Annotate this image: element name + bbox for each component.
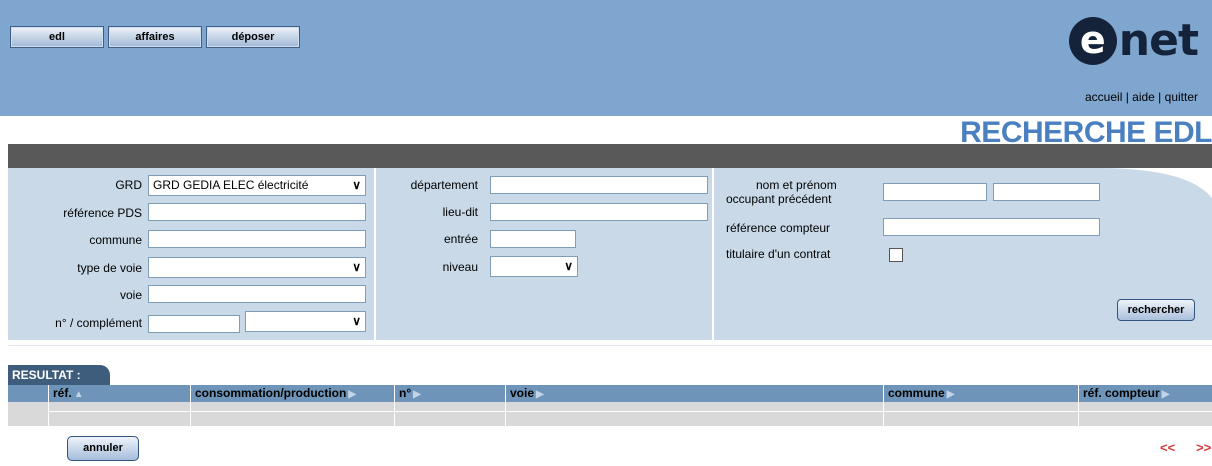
col-ref-compteur-label: réf. compteur <box>1083 386 1160 400</box>
voie-input[interactable] <box>148 285 366 303</box>
row-divider <box>48 411 1212 412</box>
chevron-down-icon: ∨ <box>564 259 573 273</box>
table-cell-divider <box>190 402 191 426</box>
table-cell-divider <box>883 402 884 426</box>
result-tab: RESULTAT : <box>8 365 110 385</box>
grd-select-value: GRD GEDIA ELEC électricité <box>153 178 309 192</box>
voie-label: voie <box>119 288 142 302</box>
table-cell-divider <box>48 402 49 426</box>
col-ref-compteur[interactable]: réf. compteur ▶ <box>1078 385 1212 402</box>
pager-prev-icon[interactable]: << <box>1160 440 1175 455</box>
departement-label: département <box>410 178 478 192</box>
nom-prenom-label-line2: occupant précédent <box>726 192 832 206</box>
grd-select[interactable]: GRD GEDIA ELEC électricité ∨ <box>148 175 366 196</box>
quitter-link[interactable]: quitter <box>1165 90 1198 104</box>
lieu-dit-input[interactable] <box>490 203 708 221</box>
complement-select[interactable]: ∨ <box>245 311 366 332</box>
title-band <box>8 144 1212 168</box>
panel-divider <box>8 340 1212 346</box>
chevron-down-icon: ∨ <box>352 314 361 328</box>
table-row <box>8 402 1212 426</box>
accueil-link[interactable]: accueil <box>1085 90 1122 104</box>
ref-compteur-label: référence compteur <box>726 221 831 235</box>
commune-input[interactable] <box>148 230 366 248</box>
prenom-input[interactable] <box>993 183 1100 201</box>
col-consommation-label: consommation/production <box>195 386 347 400</box>
col-consommation[interactable]: consommation/production ▶ <box>190 385 394 402</box>
col-ref-label: réf. <box>53 386 72 400</box>
type-voie-select[interactable]: ∨ <box>148 257 366 278</box>
page-title: RECHERCHE EDL <box>960 116 1212 144</box>
table-cell-divider <box>394 402 395 426</box>
col-numero[interactable]: n° ▶ <box>394 385 505 402</box>
sort-right-icon: ▶ <box>1161 389 1170 400</box>
logo-text: net <box>1118 15 1199 66</box>
table-cell-divider <box>1078 402 1079 426</box>
col-numero-label: n° <box>399 386 412 400</box>
niveau-select[interactable]: ∨ <box>490 256 578 277</box>
col-voie[interactable]: voie ▶ <box>505 385 883 402</box>
column-separator <box>374 168 376 340</box>
annuler-button[interactable]: annuler <box>67 436 139 461</box>
nav-affaires-button[interactable]: affaires <box>108 26 202 48</box>
lieu-dit-label: lieu-dit <box>442 205 478 219</box>
num-input[interactable] <box>148 315 240 333</box>
chevron-down-icon: ∨ <box>352 260 361 274</box>
pager-next-icon[interactable]: >> <box>1196 440 1211 455</box>
table-cell-divider <box>505 402 506 426</box>
ref-compteur-input[interactable] <box>883 218 1100 236</box>
nav-edl-button[interactable]: edl <box>10 26 104 48</box>
rechercher-button[interactable]: rechercher <box>1117 299 1195 321</box>
sort-up-icon: ▲ <box>73 389 84 400</box>
page: edl affaires déposer e net accueil | aid… <box>0 0 1212 466</box>
entree-input[interactable] <box>490 230 576 248</box>
results-header: réf. ▲ consommation/production ▶ n° ▶ voie ▶… <box>8 385 1212 402</box>
sort-right-icon: ▶ <box>413 389 421 400</box>
departement-input[interactable] <box>490 176 708 194</box>
column-separator <box>712 168 714 340</box>
search-panel: GRD GRD GEDIA ELEC électricité ∨ référen… <box>8 168 1212 340</box>
niveau-label: niveau <box>442 260 478 274</box>
ref-pds-label: référence PDS <box>63 206 142 220</box>
type-voie-label: type de voie <box>77 261 142 275</box>
sort-right-icon: ▶ <box>536 389 544 400</box>
col-commune-label: commune <box>888 386 945 400</box>
enet-logo: e net <box>1068 15 1199 66</box>
nom-prenom-label: nom et prénom occupant précédent <box>726 178 837 206</box>
nom-input[interactable] <box>883 183 987 201</box>
header-bar: edl affaires déposer e net accueil | aid… <box>0 0 1212 116</box>
aide-link[interactable]: aide <box>1132 90 1155 104</box>
top-links: accueil | aide | quitter <box>1085 90 1198 104</box>
entree-label: entrée <box>443 232 478 246</box>
nom-prenom-label-line1: nom et prénom <box>756 178 837 192</box>
chevron-down-icon: ∨ <box>352 178 361 192</box>
col-commune[interactable]: commune ▶ <box>883 385 1078 402</box>
link-separator: | <box>1122 90 1133 104</box>
sort-right-icon: ▶ <box>348 389 357 400</box>
nav-deposer-button[interactable]: déposer <box>206 26 300 48</box>
ref-pds-input[interactable] <box>148 203 366 221</box>
titulaire-label: titulaire d'un contrat <box>726 247 831 261</box>
sort-right-icon: ▶ <box>946 389 955 400</box>
col-ref[interactable]: réf. ▲ <box>48 385 190 402</box>
num-complement-label: n° / complément <box>55 316 142 330</box>
commune-label: commune <box>89 233 142 247</box>
col-voie-label: voie <box>510 386 535 400</box>
logo-mark: e <box>1068 17 1117 65</box>
titulaire-checkbox[interactable] <box>889 248 903 262</box>
grd-label: GRD <box>115 178 142 192</box>
link-separator: | <box>1154 90 1165 104</box>
